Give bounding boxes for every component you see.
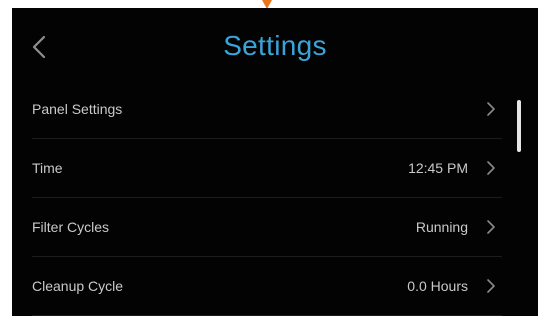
settings-item-cleanup-cycle[interactable]: Cleanup Cycle 0.0 Hours <box>32 257 502 316</box>
settings-screen: Settings Panel Settings Time 12:45 PM Fi… <box>12 8 538 316</box>
settings-item-filter-cycles[interactable]: Filter Cycles Running <box>32 198 502 257</box>
settings-item-time[interactable]: Time 12:45 PM <box>32 139 502 198</box>
chevron-right-icon <box>487 220 495 234</box>
settings-item-label: Time <box>32 160 63 176</box>
settings-item-value: 12:45 PM <box>408 160 468 176</box>
header: Settings <box>12 8 538 88</box>
chevron-right-icon <box>487 161 495 175</box>
settings-item-label: Panel Settings <box>32 101 123 117</box>
scrollbar-thumb[interactable] <box>517 100 521 152</box>
page-title: Settings <box>223 30 327 61</box>
settings-item-value: Running <box>415 219 468 235</box>
chevron-right-icon <box>487 102 495 116</box>
settings-item-panel-settings[interactable]: Panel Settings <box>32 80 502 139</box>
scrollbar[interactable] <box>517 100 521 300</box>
settings-item-value: 0.0 Hours <box>407 278 468 294</box>
settings-item-label: Cleanup Cycle <box>32 278 124 294</box>
settings-item-label: Filter Cycles <box>32 219 110 235</box>
chevron-right-icon <box>487 279 495 293</box>
settings-list: Panel Settings Time 12:45 PM Filter Cycl… <box>32 80 502 316</box>
